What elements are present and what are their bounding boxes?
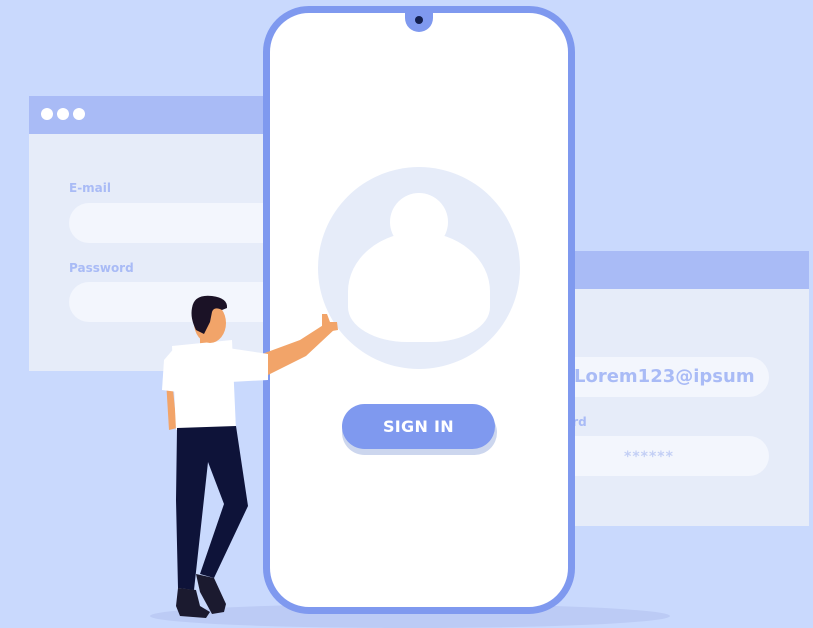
window-titlebar	[29, 96, 289, 134]
window-dot-icon	[41, 108, 53, 120]
camera-icon	[415, 16, 423, 24]
email-label: E-mail	[69, 181, 112, 195]
password-value: ******	[624, 449, 674, 465]
person-pointing-icon	[162, 295, 338, 618]
illustration-stage: E-mail Password l Lorem123@ipsum ord ***…	[0, 0, 813, 628]
background-login-window-right: l Lorem123@ipsum ord ******	[530, 251, 809, 526]
avatar-head	[390, 193, 448, 251]
sign-in-button[interactable]: SIGN IN	[342, 404, 495, 449]
password-label: Password	[69, 261, 134, 275]
window-dot-icon	[73, 108, 85, 120]
window-dot-icon	[57, 108, 69, 120]
window-titlebar	[560, 251, 809, 289]
email-value: Lorem123@ipsum	[574, 366, 755, 387]
